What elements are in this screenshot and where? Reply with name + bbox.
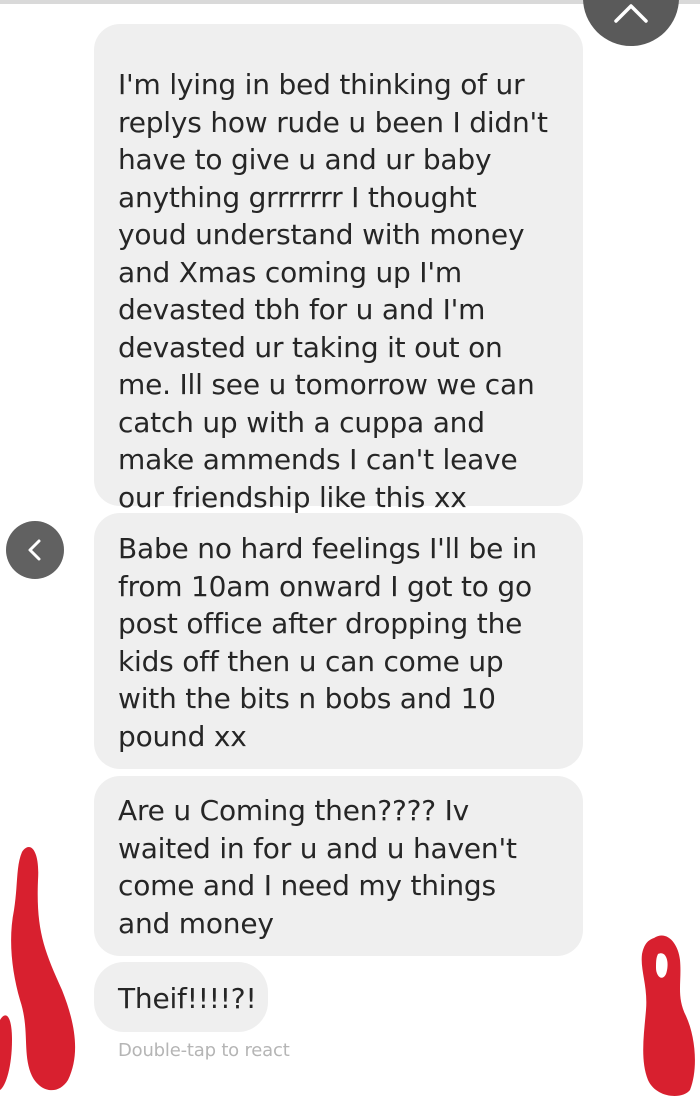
message-bubble[interactable]: Are u Coming then???? Iv waited in for u… bbox=[94, 776, 583, 956]
message-bubble[interactable]: Theif!!!!?! bbox=[94, 962, 268, 1032]
close-button[interactable] bbox=[583, 0, 679, 46]
red-scribble-mark bbox=[641, 935, 695, 1096]
chevron-left-icon bbox=[28, 539, 41, 561]
double-tap-hint: Double-tap to react bbox=[118, 1040, 290, 1061]
close-chevron-icon bbox=[614, 4, 648, 23]
red-scribble-mark bbox=[0, 847, 76, 1091]
back-button[interactable] bbox=[6, 521, 64, 579]
message-bubble[interactable]: I'm lying in bed thinking of ur replys h… bbox=[94, 24, 583, 514]
message-bubble[interactable]: Babe no hard feelings I'll be in from 10… bbox=[94, 513, 583, 769]
